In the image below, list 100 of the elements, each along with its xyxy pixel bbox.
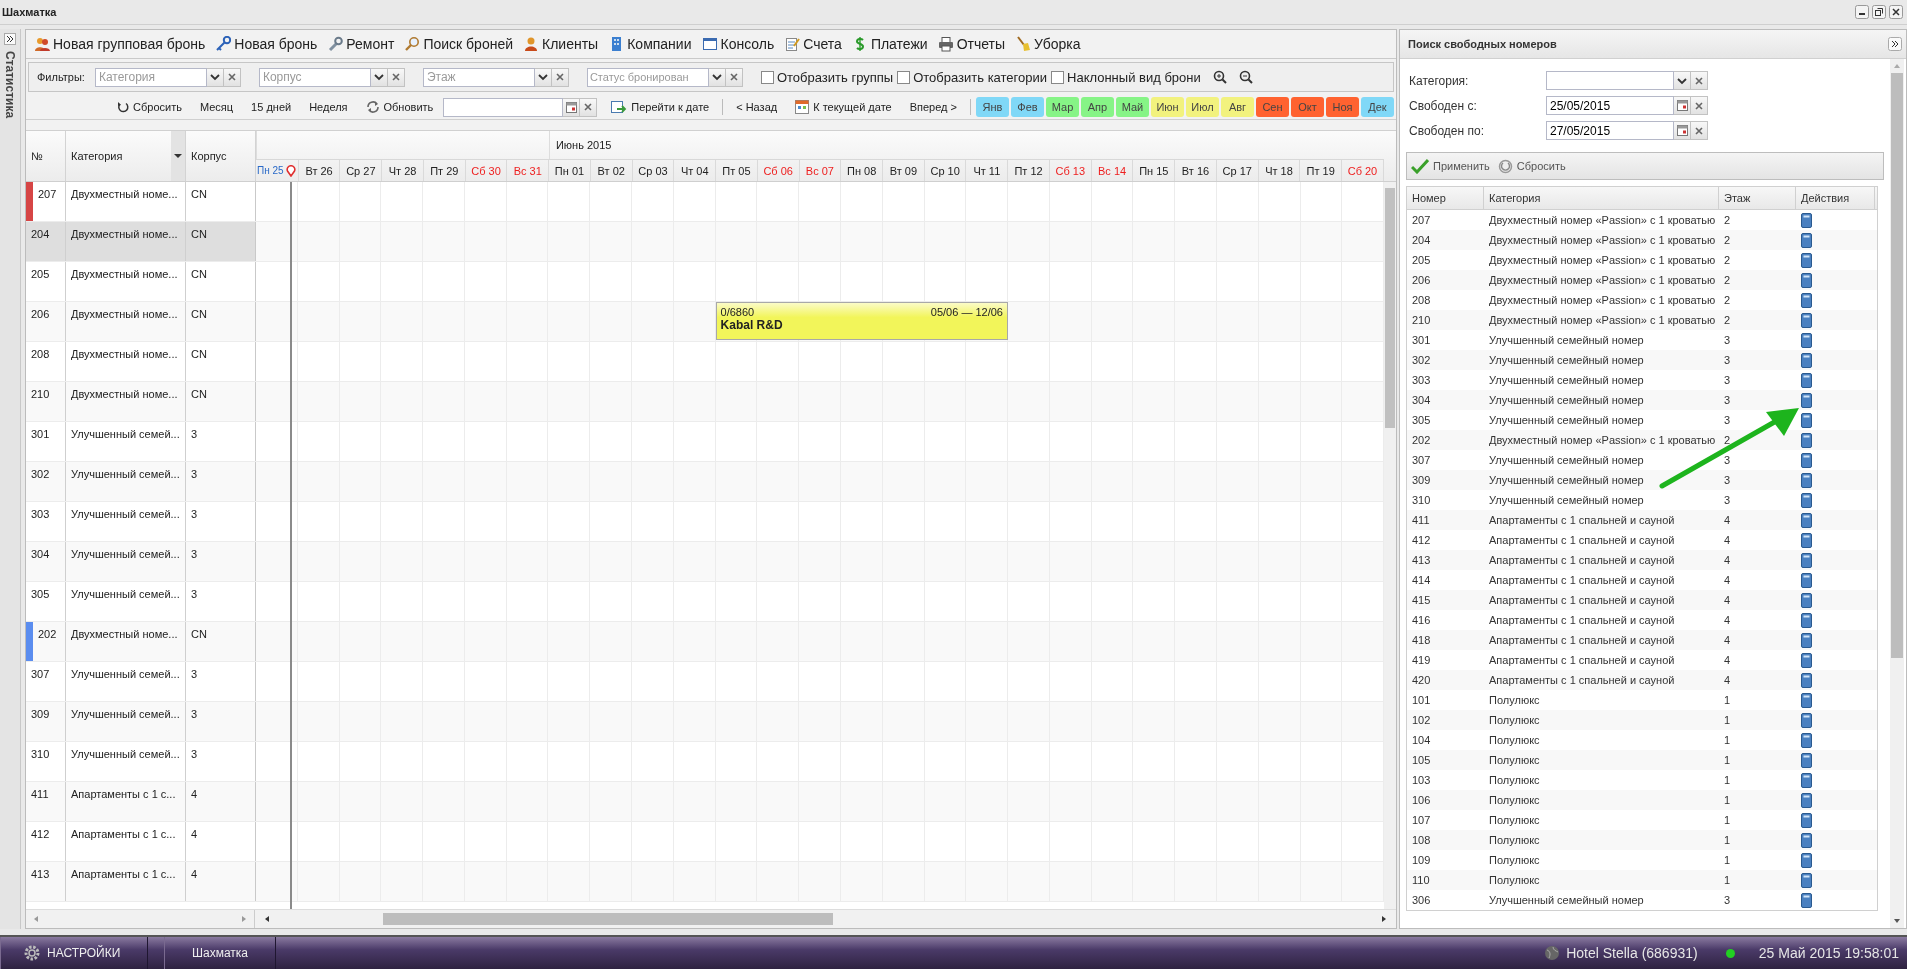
book-icon[interactable] — [1801, 312, 1812, 328]
book-icon[interactable] — [1801, 852, 1812, 868]
book-icon[interactable] — [1801, 392, 1812, 408]
forward-button[interactable]: Вперед > — [901, 99, 965, 115]
day-header[interactable]: Вс 14 — [1098, 164, 1127, 177]
go-to-date-button[interactable]: Перейти к дате — [603, 98, 718, 116]
row-header[interactable]: 304 Улучшенный семей... 3 — [26, 542, 256, 581]
book-icon[interactable] — [1801, 372, 1812, 388]
dropdown-button[interactable] — [1674, 71, 1691, 90]
month-button[interactable]: Май — [1116, 97, 1149, 117]
row-header[interactable]: 310 Улучшенный семей... 3 — [26, 742, 256, 781]
checkbox[interactable]: Отобразить категории — [897, 69, 1048, 85]
month-button[interactable]: Авг — [1221, 97, 1254, 117]
month-button[interactable]: Апр — [1081, 97, 1114, 117]
dropdown-icon[interactable] — [171, 131, 185, 181]
day-header[interactable]: Пн 01 — [554, 164, 585, 177]
day-header[interactable]: Пт 29 — [430, 164, 459, 177]
back-button[interactable]: < Назад — [728, 99, 786, 115]
day-header[interactable]: Сб 06 — [763, 164, 793, 177]
column-header[interactable]: Категория — [1484, 187, 1719, 209]
clear-button[interactable] — [1691, 96, 1708, 115]
row-header[interactable]: 303 Улучшенный семей... 3 — [26, 502, 256, 541]
column-header[interactable]: Корпус — [186, 131, 232, 181]
book-icon[interactable] — [1801, 692, 1812, 708]
day-header[interactable]: Пт 19 — [1306, 164, 1335, 177]
month-button[interactable]: Июн — [1151, 97, 1184, 117]
book-icon[interactable] — [1801, 832, 1812, 848]
day-header[interactable]: Вт 26 — [305, 164, 333, 177]
calendar-button[interactable] — [1674, 121, 1691, 140]
sidebar-tab[interactable]: Статистика — [3, 51, 17, 119]
day-header[interactable]: Чт 04 — [680, 164, 709, 177]
checkbox[interactable]: Наклонный вид брони — [1051, 69, 1201, 85]
date-field[interactable] — [443, 97, 564, 117]
combo-field[interactable]: Этаж — [422, 67, 535, 87]
book-icon[interactable] — [1801, 632, 1812, 648]
book-icon[interactable] — [1801, 652, 1812, 668]
day-header[interactable]: Ср 03 — [638, 164, 668, 177]
row-header[interactable]: 202 Двухместный номе... CN — [26, 622, 256, 661]
row-header[interactable]: 207 Двухместный номе... CN — [26, 182, 256, 221]
clear-button[interactable] — [580, 97, 598, 117]
column-header[interactable]: Действия — [1796, 187, 1875, 209]
book-icon[interactable] — [1801, 292, 1812, 308]
date-field[interactable]: 27/05/2015 — [1546, 121, 1674, 140]
book-icon[interactable] — [1801, 552, 1812, 568]
combo-field[interactable]: Категория — [94, 67, 207, 87]
refresh-button[interactable]: Обновить — [357, 98, 442, 116]
day-header[interactable]: Вс 07 — [805, 164, 834, 177]
combo-field[interactable]: Корпус — [258, 67, 371, 87]
book-icon[interactable] — [1801, 452, 1812, 468]
minimize-icon[interactable] — [1855, 5, 1869, 19]
toolbar-button[interactable]: Уборка — [1011, 33, 1085, 55]
day-header[interactable]: Сб 20 — [1347, 164, 1378, 177]
book-icon[interactable] — [1801, 472, 1812, 488]
clear-button[interactable] — [1691, 71, 1708, 90]
month-button[interactable]: Фев — [1011, 97, 1044, 117]
day-header[interactable]: Пн 08 — [847, 164, 877, 177]
toolbar-button[interactable]: Отчеты — [933, 33, 1010, 55]
day-header[interactable]: Ср 17 — [1222, 164, 1252, 177]
day-header[interactable]: Чт 18 — [1265, 164, 1293, 177]
clear-button[interactable] — [1691, 121, 1708, 140]
book-icon[interactable] — [1801, 572, 1812, 588]
row-header[interactable]: 309 Улучшенный семей... 3 — [26, 702, 256, 741]
row-header[interactable]: 307 Улучшенный семей... 3 — [26, 662, 256, 701]
month-button[interactable]: Янв — [976, 97, 1009, 117]
toolbar-button[interactable]: Новая бронь — [211, 33, 322, 55]
row-header[interactable]: 305 Улучшенный семей... 3 — [26, 582, 256, 621]
combo-field[interactable]: Статус бронирован — [586, 67, 709, 87]
month-button[interactable]: Мар — [1046, 97, 1079, 117]
restore-icon[interactable] — [1872, 5, 1886, 19]
book-icon[interactable] — [1801, 872, 1812, 888]
book-icon[interactable] — [1801, 492, 1812, 508]
day-header[interactable]: Пт 12 — [1014, 164, 1043, 177]
row-header[interactable]: 205 Двухместный номе... CN — [26, 262, 256, 301]
day-header[interactable]: Вт 09 — [889, 164, 918, 177]
row-header[interactable]: 204 Двухместный номе... CN — [26, 222, 256, 261]
month-button[interactable]: Дек — [1361, 97, 1394, 117]
reset-button[interactable]: Сбросить — [1497, 158, 1566, 174]
book-icon[interactable] — [1801, 812, 1812, 828]
combo-field[interactable] — [1546, 71, 1674, 90]
toolbar-button[interactable]: Ремонт — [323, 33, 399, 55]
column-header[interactable]: Номер — [1407, 187, 1484, 209]
book-icon[interactable] — [1801, 712, 1812, 728]
view-button[interactable]: Неделя — [301, 99, 356, 115]
row-header[interactable]: 206 Двухместный номе... CN — [26, 302, 256, 341]
book-icon[interactable] — [1801, 792, 1812, 808]
month-button[interactable]: Июл — [1186, 97, 1219, 117]
settings-button[interactable]: НАСТРОЙКИ — [0, 937, 148, 969]
row-header[interactable]: 210 Двухместный номе... CN — [26, 382, 256, 421]
day-header[interactable]: Вт 02 — [597, 164, 625, 177]
calendar-button[interactable] — [1674, 96, 1691, 115]
view-button[interactable]: 15 дней — [243, 99, 300, 115]
toolbar-button[interactable]: Платежи — [847, 33, 932, 55]
book-icon[interactable] — [1801, 272, 1812, 288]
book-icon[interactable] — [1801, 412, 1812, 428]
scrollbar[interactable] — [1384, 182, 1396, 909]
expand-icon[interactable] — [4, 33, 16, 45]
booking-block[interactable]: 0/6860 05/06 — 12/06 Kabal R&D — [715, 302, 1008, 340]
calendar-button[interactable] — [563, 97, 581, 117]
view-button[interactable]: Месяц — [191, 99, 242, 115]
row-header[interactable]: 301 Улучшенный семей... 3 — [26, 422, 256, 461]
